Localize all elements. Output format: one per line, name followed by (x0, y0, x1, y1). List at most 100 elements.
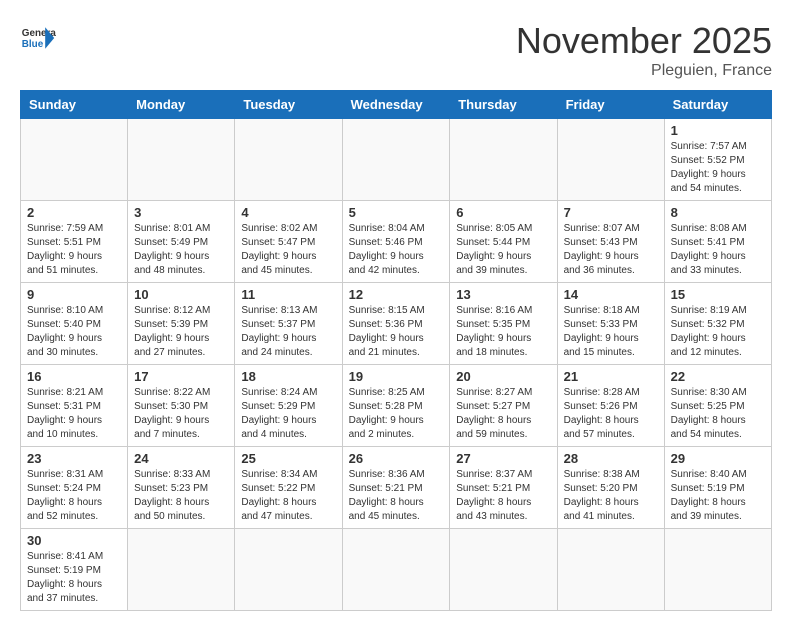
day-number: 13 (456, 287, 550, 302)
day-info: Sunrise: 8:37 AM Sunset: 5:21 PM Dayligh… (456, 468, 550, 524)
logo: General Blue (20, 20, 56, 56)
day-number: 6 (456, 205, 550, 220)
day-info: Sunrise: 8:05 AM Sunset: 5:44 PM Dayligh… (456, 222, 550, 278)
calendar-cell (128, 119, 235, 201)
calendar-cell: 27Sunrise: 8:37 AM Sunset: 5:21 PM Dayli… (450, 447, 557, 529)
day-info: Sunrise: 8:16 AM Sunset: 5:35 PM Dayligh… (456, 304, 550, 360)
day-number: 26 (349, 451, 444, 466)
calendar-week-5: 23 Sunrise: 8:31 AM Sunset: 5:24 PM Dayli… (21, 447, 772, 529)
day-info: Sunrise: 8:08 AM Sunset: 5:41 PM Dayligh… (671, 222, 765, 278)
calendar-cell: 3 Sunrise: 8:01 AM Sunset: 5:49 PM Daylig… (128, 201, 235, 283)
day-number: 3 (134, 205, 228, 220)
calendar-cell: 25 Sunrise: 8:34 AM Sunset: 5:22 PM Dayli… (235, 447, 342, 529)
day-number: 29 (671, 451, 765, 466)
day-number: 8 (671, 205, 765, 220)
day-info: Sunrise: 7:59 AM Sunset: 5:51 PM Dayligh… (27, 222, 121, 278)
day-number: 18 (241, 369, 335, 384)
day-info: Sunrise: 8:22 AM Sunset: 5:30 PM Dayligh… (134, 386, 228, 442)
day-info: Sunrise: 7:57 AM Sunset: 5:52 PM Dayligh… (671, 140, 765, 196)
title-area: November 2025 Pleguien, France (516, 20, 772, 80)
day-info: Sunrise: 8:38 AM Sunset: 5:20 PM Dayligh… (564, 468, 658, 524)
location-subtitle: Pleguien, France (516, 62, 772, 80)
day-number: 28 (564, 451, 658, 466)
day-info: Sunrise: 8:30 AM Sunset: 5:25 PM Dayligh… (671, 386, 765, 442)
day-info: Sunrise: 8:07 AM Sunset: 5:43 PM Dayligh… (564, 222, 658, 278)
calendar-cell: 23 Sunrise: 8:31 AM Sunset: 5:24 PM Dayli… (21, 447, 128, 529)
day-info: Sunrise: 8:19 AM Sunset: 5:32 PM Dayligh… (671, 304, 765, 360)
day-info: Sunrise: 8:18 AM Sunset: 5:33 PM Dayligh… (564, 304, 658, 360)
calendar-table: SundayMondayTuesdayWednesdayThursdayFrid… (20, 90, 772, 611)
weekday-header-tuesday: Tuesday (235, 91, 342, 119)
day-number: 23 (27, 451, 121, 466)
weekday-header-monday: Monday (128, 91, 235, 119)
day-number: 11 (241, 287, 335, 302)
calendar-cell: 21 Sunrise: 8:28 AM Sunset: 5:26 PM Dayli… (557, 365, 664, 447)
calendar-cell: 20Sunrise: 8:27 AM Sunset: 5:27 PM Dayli… (450, 365, 557, 447)
calendar-cell: 19 Sunrise: 8:25 AM Sunset: 5:28 PM Dayli… (342, 365, 450, 447)
day-info: Sunrise: 8:21 AM Sunset: 5:31 PM Dayligh… (27, 386, 121, 442)
day-info: Sunrise: 8:41 AM Sunset: 5:19 PM Dayligh… (27, 550, 121, 606)
day-number: 7 (564, 205, 658, 220)
day-number: 14 (564, 287, 658, 302)
day-number: 16 (27, 369, 121, 384)
calendar-cell: 10Sunrise: 8:12 AM Sunset: 5:39 PM Dayli… (128, 283, 235, 365)
day-number: 15 (671, 287, 765, 302)
day-info: Sunrise: 8:33 AM Sunset: 5:23 PM Dayligh… (134, 468, 228, 524)
day-number: 4 (241, 205, 335, 220)
calendar-cell: 2 Sunrise: 7:59 AM Sunset: 5:51 PM Daylig… (21, 201, 128, 283)
day-info: Sunrise: 8:12 AM Sunset: 5:39 PM Dayligh… (134, 304, 228, 360)
calendar-cell (21, 119, 128, 201)
calendar-cell (557, 119, 664, 201)
day-info: Sunrise: 8:34 AM Sunset: 5:22 PM Dayligh… (241, 468, 335, 524)
day-number: 2 (27, 205, 121, 220)
day-info: Sunrise: 8:28 AM Sunset: 5:26 PM Dayligh… (564, 386, 658, 442)
day-number: 30 (27, 533, 121, 548)
calendar-cell (342, 119, 450, 201)
calendar-cell: 14 Sunrise: 8:18 AM Sunset: 5:33 PM Dayli… (557, 283, 664, 365)
calendar-week-2: 2 Sunrise: 7:59 AM Sunset: 5:51 PM Daylig… (21, 201, 772, 283)
day-info: Sunrise: 8:15 AM Sunset: 5:36 PM Dayligh… (349, 304, 444, 360)
calendar-cell: 24Sunrise: 8:33 AM Sunset: 5:23 PM Dayli… (128, 447, 235, 529)
logo-icon: General Blue (20, 20, 56, 56)
day-number: 25 (241, 451, 335, 466)
day-info: Sunrise: 8:10 AM Sunset: 5:40 PM Dayligh… (27, 304, 121, 360)
day-info: Sunrise: 8:13 AM Sunset: 5:37 PM Dayligh… (241, 304, 335, 360)
calendar-cell: 15 Sunrise: 8:19 AM Sunset: 5:32 PM Dayli… (664, 283, 771, 365)
day-number: 12 (349, 287, 444, 302)
calendar-cell: 26 Sunrise: 8:36 AM Sunset: 5:21 PM Dayli… (342, 447, 450, 529)
calendar-cell (450, 119, 557, 201)
day-info: Sunrise: 8:31 AM Sunset: 5:24 PM Dayligh… (27, 468, 121, 524)
calendar-cell: 28 Sunrise: 8:38 AM Sunset: 5:20 PM Dayli… (557, 447, 664, 529)
calendar-cell: 7 Sunrise: 8:07 AM Sunset: 5:43 PM Daylig… (557, 201, 664, 283)
day-info: Sunrise: 8:40 AM Sunset: 5:19 PM Dayligh… (671, 468, 765, 524)
calendar-cell (450, 529, 557, 611)
calendar-week-1: 1Sunrise: 7:57 AM Sunset: 5:52 PM Daylig… (21, 119, 772, 201)
day-number: 20 (456, 369, 550, 384)
day-info: Sunrise: 8:02 AM Sunset: 5:47 PM Dayligh… (241, 222, 335, 278)
calendar-cell: 16 Sunrise: 8:21 AM Sunset: 5:31 PM Dayli… (21, 365, 128, 447)
calendar-week-3: 9Sunrise: 8:10 AM Sunset: 5:40 PM Daylig… (21, 283, 772, 365)
calendar-cell: 22 Sunrise: 8:30 AM Sunset: 5:25 PM Dayli… (664, 365, 771, 447)
calendar-cell: 29 Sunrise: 8:40 AM Sunset: 5:19 PM Dayli… (664, 447, 771, 529)
calendar-cell (128, 529, 235, 611)
day-info: Sunrise: 8:24 AM Sunset: 5:29 PM Dayligh… (241, 386, 335, 442)
weekday-header-saturday: Saturday (664, 91, 771, 119)
day-info: Sunrise: 8:36 AM Sunset: 5:21 PM Dayligh… (349, 468, 444, 524)
day-number: 19 (349, 369, 444, 384)
day-info: Sunrise: 8:25 AM Sunset: 5:28 PM Dayligh… (349, 386, 444, 442)
calendar-cell (557, 529, 664, 611)
calendar-cell: 6 Sunrise: 8:05 AM Sunset: 5:44 PM Daylig… (450, 201, 557, 283)
svg-text:Blue: Blue (22, 39, 44, 50)
day-info: Sunrise: 8:01 AM Sunset: 5:49 PM Dayligh… (134, 222, 228, 278)
day-number: 21 (564, 369, 658, 384)
calendar-cell: 5Sunrise: 8:04 AM Sunset: 5:46 PM Daylig… (342, 201, 450, 283)
calendar-cell: 18 Sunrise: 8:24 AM Sunset: 5:29 PM Dayli… (235, 365, 342, 447)
calendar-cell: 12 Sunrise: 8:15 AM Sunset: 5:36 PM Dayli… (342, 283, 450, 365)
day-number: 17 (134, 369, 228, 384)
weekday-header-wednesday: Wednesday (342, 91, 450, 119)
weekday-header-friday: Friday (557, 91, 664, 119)
day-number: 22 (671, 369, 765, 384)
calendar-cell (342, 529, 450, 611)
calendar-cell: 9Sunrise: 8:10 AM Sunset: 5:40 PM Daylig… (21, 283, 128, 365)
calendar-cell: 17 Sunrise: 8:22 AM Sunset: 5:30 PM Dayli… (128, 365, 235, 447)
